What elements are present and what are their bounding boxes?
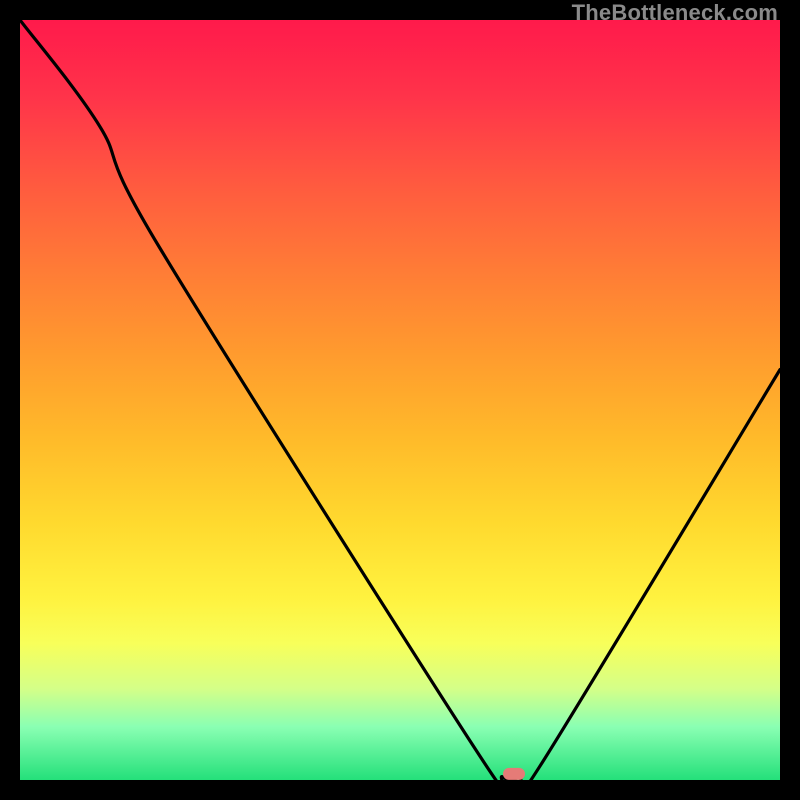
plot-area — [20, 20, 780, 780]
optimal-point-marker — [503, 768, 525, 780]
bottleneck-curve — [20, 20, 780, 780]
watermark-text: TheBottleneck.com — [572, 0, 778, 26]
chart-frame: TheBottleneck.com — [0, 0, 800, 800]
